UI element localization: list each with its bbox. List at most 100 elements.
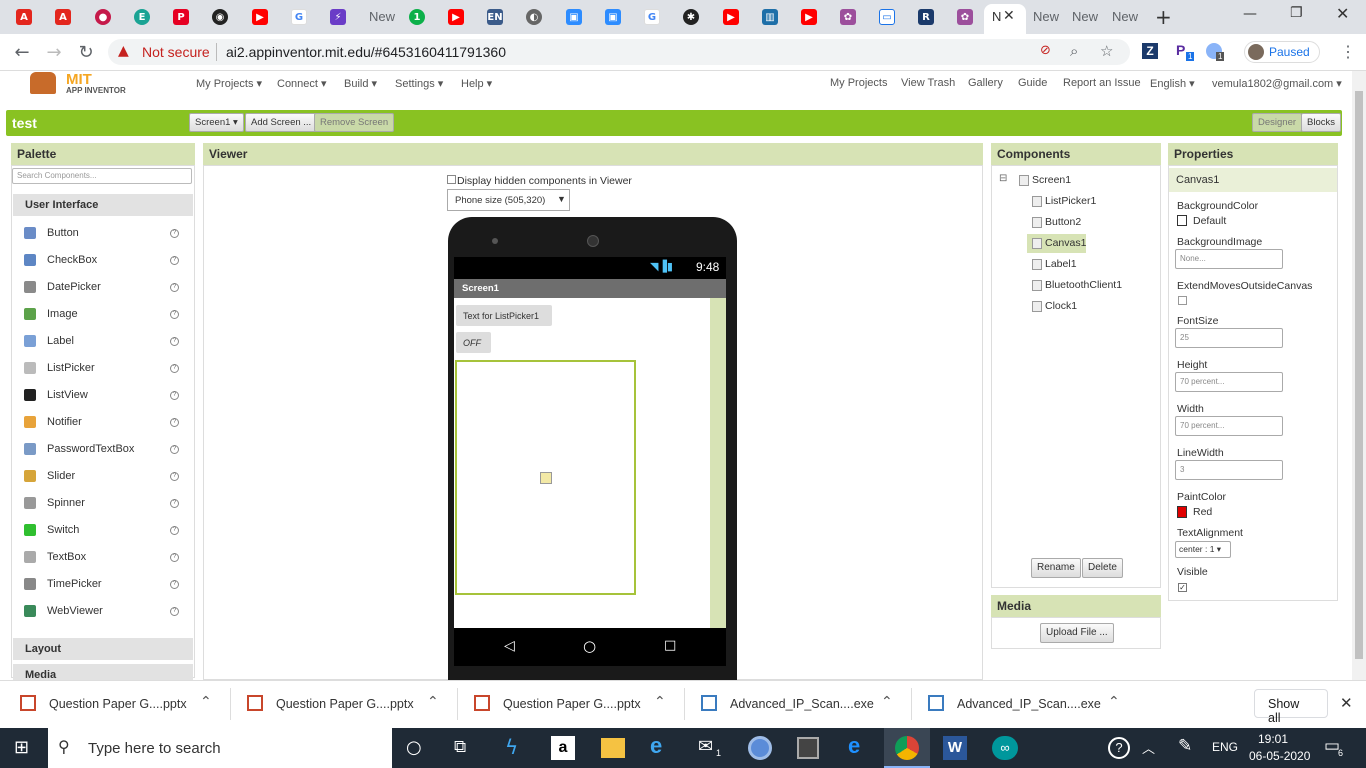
pinterest-tab[interactable]: P: [170, 6, 192, 28]
help-icon[interactable]: ?: [170, 418, 179, 427]
component-screen1[interactable]: Screen1: [1032, 174, 1071, 186]
component-bluetoothclient1[interactable]: BluetoothClient1: [1045, 279, 1122, 291]
link-view-trash[interactable]: View Trash: [901, 77, 955, 89]
menu-connect[interactable]: Connect ▾: [277, 77, 327, 90]
warning-icon[interactable]: ▲: [118, 43, 129, 59]
help-icon[interactable]: ?: [170, 256, 179, 265]
chart-tab[interactable]: ▥: [759, 6, 781, 28]
help-icon[interactable]: ?: [170, 445, 179, 454]
palette-item-slider[interactable]: Slider: [47, 470, 75, 482]
download-item[interactable]: Question Paper G....pptx: [276, 697, 414, 711]
width-input[interactable]: 70 percent...: [1175, 416, 1283, 436]
category-layout[interactable]: Layout: [13, 638, 193, 660]
download-item[interactable]: Advanced_IP_Scan....exe: [957, 697, 1101, 711]
chevron-up-icon[interactable]: ⌃: [200, 694, 212, 710]
hidden-components-checkbox[interactable]: [447, 175, 456, 184]
help-icon[interactable]: ?: [170, 391, 179, 400]
appinventor-tab-2[interactable]: ✿: [954, 6, 976, 28]
help-icon[interactable]: ?: [170, 283, 179, 292]
chevron-up-icon[interactable]: ⌃: [881, 694, 893, 710]
phone-title-bar[interactable]: Screen1: [454, 279, 726, 298]
phone-size-select[interactable]: Phone size (505,320) ▼: [447, 189, 570, 211]
bgcolor-swatch[interactable]: [1177, 215, 1187, 226]
app-inventor-logo-icon[interactable]: [30, 72, 56, 94]
visible-checkbox[interactable]: ✓: [1178, 583, 1187, 592]
page-scrollbar[interactable]: [1352, 71, 1366, 680]
cortana-icon[interactable]: ○: [406, 737, 422, 758]
palette-item-timepicker[interactable]: TimePicker: [47, 578, 102, 590]
upload-file-button[interactable]: Upload File ...: [1040, 623, 1114, 643]
amazon-icon[interactable]: a: [551, 736, 575, 760]
paintcolor-value[interactable]: Red: [1193, 506, 1212, 518]
palette-item-passwordtextbox[interactable]: PasswordTextBox: [47, 443, 134, 455]
extend-checkbox[interactable]: [1178, 296, 1187, 305]
menu-help[interactable]: Help ▾: [461, 77, 492, 90]
component-listpicker1[interactable]: ListPicker1: [1045, 195, 1096, 207]
menu-settings[interactable]: Settings ▾: [395, 77, 443, 90]
pen-tray-icon[interactable]: ✎: [1178, 736, 1192, 756]
palette-item-spinner[interactable]: Spinner: [47, 497, 85, 509]
github-tab[interactable]: ◉: [209, 6, 231, 28]
tab-new-4[interactable]: New: [1112, 9, 1138, 24]
help-icon[interactable]: ?: [170, 472, 179, 481]
help-icon[interactable]: ?: [170, 229, 179, 238]
youtube-tab-2[interactable]: ▶: [445, 6, 467, 28]
one-tab[interactable]: 1: [406, 6, 428, 28]
clock-date[interactable]: 06-05-2020: [1249, 749, 1310, 763]
ie-icon[interactable]: e: [650, 733, 662, 759]
help-icon[interactable]: ?: [170, 337, 179, 346]
help-icon[interactable]: ?: [170, 607, 179, 616]
reload-button[interactable]: ↻: [74, 41, 98, 65]
z-extension-icon[interactable]: Z: [1142, 43, 1158, 59]
palette-item-listpicker[interactable]: ListPicker: [47, 362, 95, 374]
tray-chevron-icon[interactable]: ︿: [1142, 738, 1155, 757]
component-canvas1[interactable]: Canvas1: [1045, 237, 1086, 249]
canvas-preview[interactable]: [455, 360, 636, 595]
link-my-projects[interactable]: My Projects: [830, 77, 887, 89]
tab-new-1[interactable]: New: [369, 9, 395, 24]
word-icon[interactable]: W: [943, 736, 967, 760]
e-tab[interactable]: E: [131, 6, 153, 28]
tab-new-3[interactable]: New: [1072, 9, 1098, 24]
paintcolor-swatch[interactable]: [1177, 506, 1187, 518]
edge-icon[interactable]: e: [848, 733, 860, 759]
chevron-up-icon[interactable]: ⌃: [654, 694, 666, 710]
download-item[interactable]: Question Paper G....pptx: [503, 697, 641, 711]
palette-item-textbox[interactable]: TextBox: [47, 551, 86, 563]
security-label[interactable]: Not secure: [142, 44, 210, 60]
screen-select[interactable]: Screen1 ▾: [189, 113, 244, 132]
help-icon[interactable]: ?: [170, 310, 179, 319]
active-tab-label[interactable]: N: [992, 9, 1001, 24]
zoom-tab-2[interactable]: ▣: [602, 6, 624, 28]
link-guide[interactable]: Guide: [1018, 77, 1047, 89]
back-button[interactable]: ←: [10, 41, 34, 65]
palette-item-notifier[interactable]: Notifier: [47, 416, 82, 428]
close-window-button[interactable]: ✕: [1336, 4, 1349, 23]
listpicker-preview[interactable]: Text for ListPicker1: [456, 305, 552, 326]
clock-time[interactable]: 19:01: [1258, 732, 1288, 746]
textalign-select[interactable]: center : 1 ▾: [1175, 541, 1231, 558]
r-tab[interactable]: R: [915, 6, 937, 28]
arduino-icon[interactable]: ∞: [992, 736, 1018, 760]
palette-item-button[interactable]: Button: [47, 227, 79, 239]
omnibox[interactable]: ▲ Not secure ai2.appinventor.mit.edu/#64…: [108, 39, 1130, 65]
file-explorer-icon[interactable]: [601, 738, 625, 758]
menu-build[interactable]: Build ▾: [344, 77, 377, 90]
close-tab-icon[interactable]: ✕: [1003, 8, 1015, 24]
palette-item-listview[interactable]: ListView: [47, 389, 88, 401]
category-user-interface[interactable]: User Interface: [13, 194, 193, 216]
close-downloads-icon[interactable]: ✕: [1340, 694, 1353, 712]
category-media[interactable]: Media: [13, 664, 193, 680]
forward-button[interactable]: →: [42, 41, 66, 65]
collapse-icon[interactable]: ⊟: [999, 173, 1007, 184]
height-input[interactable]: 70 percent...: [1175, 372, 1283, 392]
remove-screen-button[interactable]: Remove Screen: [314, 113, 395, 132]
help-icon[interactable]: ?: [170, 526, 179, 535]
scrollbar-thumb[interactable]: [1355, 91, 1363, 659]
chat-tab[interactable]: ▭: [876, 6, 898, 28]
adobe-tab-2[interactable]: A: [52, 6, 74, 28]
download-item[interactable]: Advanced_IP_Scan....exe: [730, 697, 874, 711]
rename-button[interactable]: Rename: [1031, 558, 1081, 578]
tab-new-2[interactable]: New: [1033, 9, 1059, 24]
chrome-taskbar-button[interactable]: [884, 728, 930, 768]
